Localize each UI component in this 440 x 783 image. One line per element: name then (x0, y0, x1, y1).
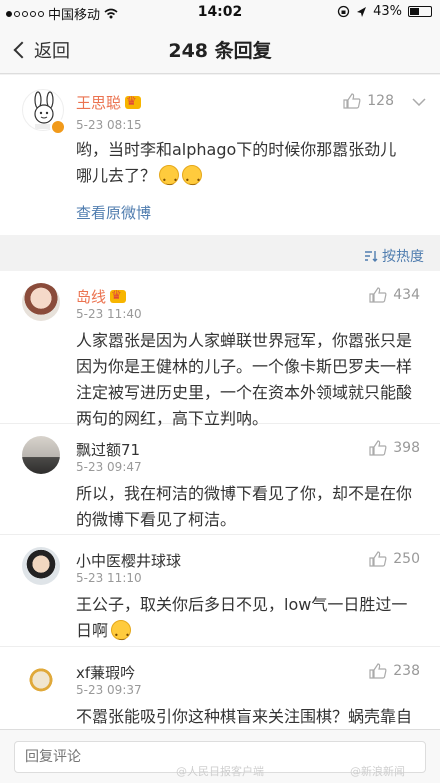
avatar[interactable] (22, 283, 60, 321)
sort-by-hot-button[interactable]: 按热度 (364, 246, 424, 266)
list-item[interactable]: 岛线5-23 11:40 434 人家嚣张是因为人家蝉联世界冠军，你嚣张只是因为你是… (0, 271, 440, 428)
like-button[interactable]: 398 (369, 440, 420, 456)
vip-crown-icon (110, 288, 127, 303)
watermark: @新浪新闻 (350, 765, 405, 778)
page-title: 248 条回复 (168, 40, 272, 62)
like-count: 250 (393, 551, 420, 567)
like-count: 398 (393, 440, 420, 456)
comment-time: 5-23 11:10 (76, 571, 142, 585)
sort-icon (365, 251, 378, 262)
chevron-down-icon[interactable] (412, 98, 426, 106)
comment-text: 王公子，取关你后多日不见，low气一日胜过一日啊 (76, 592, 416, 654)
location-icon (357, 6, 367, 17)
status-bar: 中国移动 14:02 43% (0, 0, 440, 24)
comment-text: 哟，当时李和alphago下的时候你那嚣张劲儿哪儿去了？ (76, 137, 412, 194)
status-right: 43% (337, 4, 432, 19)
battery-fill (410, 8, 419, 15)
like-button[interactable]: 434 (369, 287, 420, 303)
author-name[interactable]: 王思聪 (76, 94, 121, 112)
like-count: 434 (393, 287, 420, 303)
thumbs-up-icon (343, 93, 361, 109)
author-name-row: 小中医樱井球球 (76, 550, 181, 571)
comment-body: 不嚣张能吸引你这种棋盲来关注围棋？蜗壳靠自己，而靠老子的钱嚣张！ (76, 707, 413, 726)
sort-bar: 按热度 (0, 235, 440, 271)
like-button[interactable]: 250 (369, 551, 420, 567)
avatar[interactable] (22, 659, 60, 697)
wondering-emoji-icon (159, 165, 180, 194)
avatar[interactable] (22, 547, 60, 585)
grin-emoji-icon (111, 620, 132, 649)
avatar[interactable] (22, 436, 60, 474)
battery-percent: 43% (373, 4, 402, 19)
like-button[interactable]: 238 (369, 663, 420, 679)
thumbs-up-icon (369, 663, 387, 679)
list-item[interactable]: xf蒹瑕吟5-23 09:37 238 不嚣张能吸引你这种棋盲来关注围棋？蜗壳靠自己… (0, 647, 440, 729)
comment-body: 哟，当时李和alphago下的时候你那嚣张劲儿哪儿去了？ (76, 140, 397, 185)
bottom-bar: @人民日报客户端 @新浪新闻 (0, 729, 440, 783)
view-original-link[interactable]: 查看原微博 (76, 202, 151, 223)
comment-text: 所以，我在柯洁的微博下看见了你，却不是在你的微博下看见了柯洁。 (76, 481, 416, 543)
thumbs-up-icon (369, 440, 387, 456)
author-name-row: 王思聪 (76, 92, 142, 113)
author-name[interactable]: 小中医樱井球球 (76, 552, 181, 570)
verified-badge (50, 119, 66, 135)
comment-body: 所以，我在柯洁的微博下看见了你，却不是在你的微博下看见了柯洁。 (76, 484, 413, 529)
author-name[interactable]: xf蒹瑕吟 (76, 664, 135, 682)
comment-list[interactable]: 岛线5-23 11:40 434 人家嚣张是因为人家蝉联世界冠军，你嚣张只是因为你是… (0, 271, 440, 729)
wondering-emoji-icon (182, 165, 203, 194)
list-item[interactable]: 飘过额71 5-23 09:47 398 所以，我在柯洁的微博下看见了你，却不是在你的… (0, 424, 440, 535)
like-count: 238 (393, 663, 420, 679)
thumbs-up-icon (369, 551, 387, 567)
sort-label: 按热度 (382, 249, 424, 265)
rotation-lock-icon (337, 5, 350, 18)
author-name-row: 飘过额71 (76, 439, 140, 460)
thumbs-up-icon (369, 287, 387, 303)
author-name[interactable]: 飘过额71 (76, 441, 140, 459)
nav-bar: 返回 248 条回复 (0, 24, 440, 74)
comment-time: 5-23 11:40 (76, 307, 142, 321)
vip-crown-icon (125, 94, 142, 109)
post-time: 5-23 08:15 (76, 118, 142, 132)
author-name[interactable]: 岛线 (76, 288, 106, 306)
author-name-row: 岛线 (76, 286, 127, 307)
like-button[interactable]: 128 (343, 93, 394, 109)
comment-time: 5-23 09:37 (76, 683, 142, 697)
author-name-row: xf蒹瑕吟 (76, 662, 135, 683)
like-count: 128 (367, 93, 394, 109)
list-item[interactable]: 小中医樱井球球 5-23 11:10 250 王公子，取关你后多日不见，low气一日胜… (0, 535, 440, 649)
comment-time: 5-23 09:47 (76, 460, 142, 474)
watermark: @人民日报客户端 (176, 765, 264, 778)
comment-body: 人家嚣张是因为人家蝉联世界冠军，你嚣张只是因为你是王健林的儿子。一个像卡斯巴罗夫… (76, 331, 413, 428)
original-comment: 王思聪 5-23 08:15 128 哟，当时李和alphago下的时候你那嚣张… (0, 75, 440, 235)
comment-text: 不嚣张能吸引你这种棋盲来关注围棋？蜗壳靠自己，而靠老子的钱嚣张！ (76, 704, 416, 729)
battery-icon (408, 6, 432, 17)
